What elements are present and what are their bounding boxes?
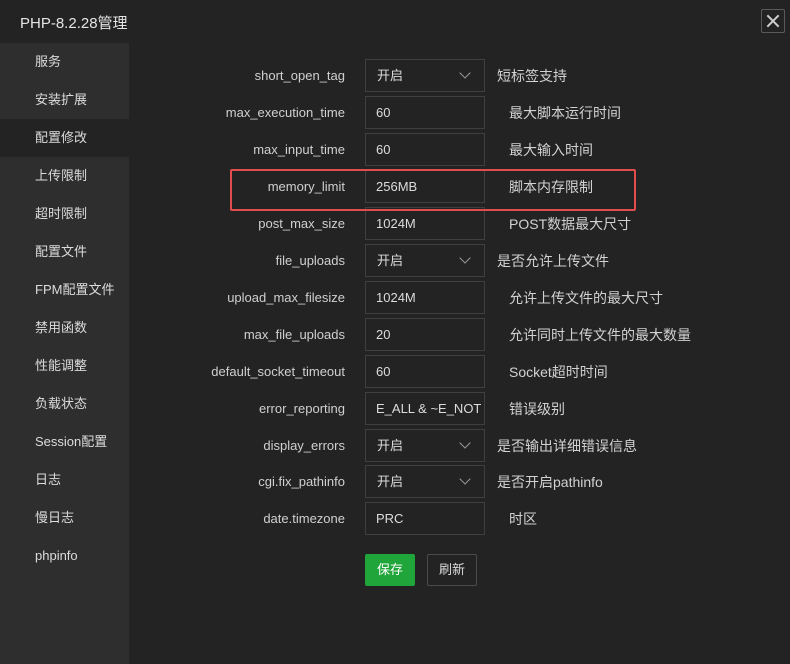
setting-description: 最大输入时间 <box>509 142 593 158</box>
setting-row-file-uploads: file_uploads 开启 是否允许上传文件 <box>129 244 790 278</box>
short-open-tag-select[interactable]: 开启 <box>365 59 485 92</box>
setting-description: 错误级别 <box>509 401 565 417</box>
select-value: 开启 <box>377 474 404 489</box>
setting-label: short_open_tag <box>254 68 345 83</box>
setting-description: 允许上传文件的最大尺寸 <box>509 290 663 306</box>
file-uploads-select[interactable]: 开启 <box>365 244 485 277</box>
error-reporting-input[interactable]: E_ALL & ~E_NOT <box>365 392 485 425</box>
save-button[interactable]: 保存 <box>365 554 415 586</box>
sidebar-item-service[interactable]: 服务 <box>0 43 129 81</box>
refresh-button[interactable]: 刷新 <box>427 554 477 586</box>
sidebar-item-phpinfo[interactable]: phpinfo <box>0 537 129 575</box>
setting-label: max_input_time <box>253 142 345 157</box>
sidebar-item-fpm-config-file[interactable]: FPM配置文件 <box>0 271 129 309</box>
setting-label: max_execution_time <box>225 105 345 120</box>
setting-row-short-open-tag: short_open_tag 开启 短标签支持 <box>129 59 790 93</box>
setting-label: display_errors <box>263 438 345 453</box>
memory-limit-highlight-box <box>230 169 636 211</box>
display-errors-select[interactable]: 开启 <box>365 429 485 462</box>
window-titlebar: PHP-8.2.28管理 <box>0 0 790 43</box>
setting-description: 最大脚本运行时间 <box>509 105 621 121</box>
select-value: 开启 <box>377 68 404 83</box>
setting-description: 是否开启pathinfo <box>497 474 603 490</box>
setting-description: 允许同时上传文件的最大数量 <box>509 327 691 343</box>
chevron-down-icon <box>459 473 471 485</box>
sidebar: 服务 安装扩展 配置修改 上传限制 超时限制 配置文件 FPM配置文件 禁用函数… <box>0 43 129 664</box>
setting-description: 时区 <box>509 511 537 527</box>
setting-row-display-errors: display_errors 开启 是否输出详细错误信息 <box>129 429 790 463</box>
setting-description: 是否允许上传文件 <box>497 253 609 269</box>
setting-label: default_socket_timeout <box>211 364 345 379</box>
setting-description: 短标签支持 <box>497 68 567 84</box>
upload-max-filesize-input[interactable]: 1024M <box>365 281 485 314</box>
setting-description: POST数据最大尺寸 <box>509 216 632 232</box>
sidebar-item-performance-tuning[interactable]: 性能调整 <box>0 347 129 385</box>
setting-row-max-execution-time: max_execution_time 60 最大脚本运行时间 <box>129 96 790 130</box>
setting-row-post-max-size: post_max_size 1024M POST数据最大尺寸 <box>129 207 790 241</box>
chevron-down-icon <box>459 67 471 79</box>
sidebar-item-log[interactable]: 日志 <box>0 461 129 499</box>
window-title: PHP-8.2.28管理 <box>20 15 128 32</box>
setting-row-max-input-time: max_input_time 60 最大输入时间 <box>129 133 790 167</box>
sidebar-item-config-file[interactable]: 配置文件 <box>0 233 129 271</box>
sidebar-item-timeout-limit[interactable]: 超时限制 <box>0 195 129 233</box>
setting-row-error-reporting: error_reporting E_ALL & ~E_NOT 错误级别 <box>129 392 790 426</box>
setting-row-max-file-uploads: max_file_uploads 20 允许同时上传文件的最大数量 <box>129 318 790 352</box>
sidebar-item-upload-limit[interactable]: 上传限制 <box>0 157 129 195</box>
chevron-down-icon <box>459 437 471 449</box>
setting-label: post_max_size <box>258 216 345 231</box>
chevron-down-icon <box>459 252 471 264</box>
date-timezone-input[interactable]: PRC <box>365 502 485 535</box>
max-execution-time-input[interactable]: 60 <box>365 96 485 129</box>
setting-label: error_reporting <box>259 401 345 416</box>
setting-description: Socket超时时间 <box>509 364 608 380</box>
cgi-fix-pathinfo-select[interactable]: 开启 <box>365 465 485 498</box>
select-value: 开启 <box>377 438 404 453</box>
default-socket-timeout-input[interactable]: 60 <box>365 355 485 388</box>
setting-label: max_file_uploads <box>243 327 345 342</box>
close-icon[interactable] <box>761 9 785 33</box>
post-max-size-input[interactable]: 1024M <box>365 207 485 240</box>
setting-label: upload_max_filesize <box>227 290 345 305</box>
setting-row-cgi-fix-pathinfo: cgi.fix_pathinfo 开启 是否开启pathinfo <box>129 465 790 499</box>
sidebar-item-install-extension[interactable]: 安装扩展 <box>0 81 129 119</box>
sidebar-item-config-modify[interactable]: 配置修改 <box>0 119 129 157</box>
sidebar-item-slow-log[interactable]: 慢日志 <box>0 499 129 537</box>
setting-label: file_uploads <box>275 253 345 268</box>
setting-label: cgi.fix_pathinfo <box>258 474 345 489</box>
setting-description: 是否输出详细错误信息 <box>497 438 637 454</box>
sidebar-item-load-status[interactable]: 负载状态 <box>0 385 129 423</box>
setting-label: date.timezone <box>263 511 345 526</box>
setting-row-default-socket-timeout: default_socket_timeout 60 Socket超时时间 <box>129 355 790 389</box>
select-value: 开启 <box>377 253 404 268</box>
sidebar-item-session-config[interactable]: Session配置 <box>0 423 129 461</box>
max-file-uploads-input[interactable]: 20 <box>365 318 485 351</box>
setting-row-date-timezone: date.timezone PRC 时区 <box>129 502 790 536</box>
settings-panel: short_open_tag 开启 短标签支持 max_execution_ti… <box>129 43 790 664</box>
setting-row-upload-max-filesize: upload_max_filesize 1024M 允许上传文件的最大尺寸 <box>129 281 790 315</box>
max-input-time-input[interactable]: 60 <box>365 133 485 166</box>
sidebar-item-disabled-functions[interactable]: 禁用函数 <box>0 309 129 347</box>
